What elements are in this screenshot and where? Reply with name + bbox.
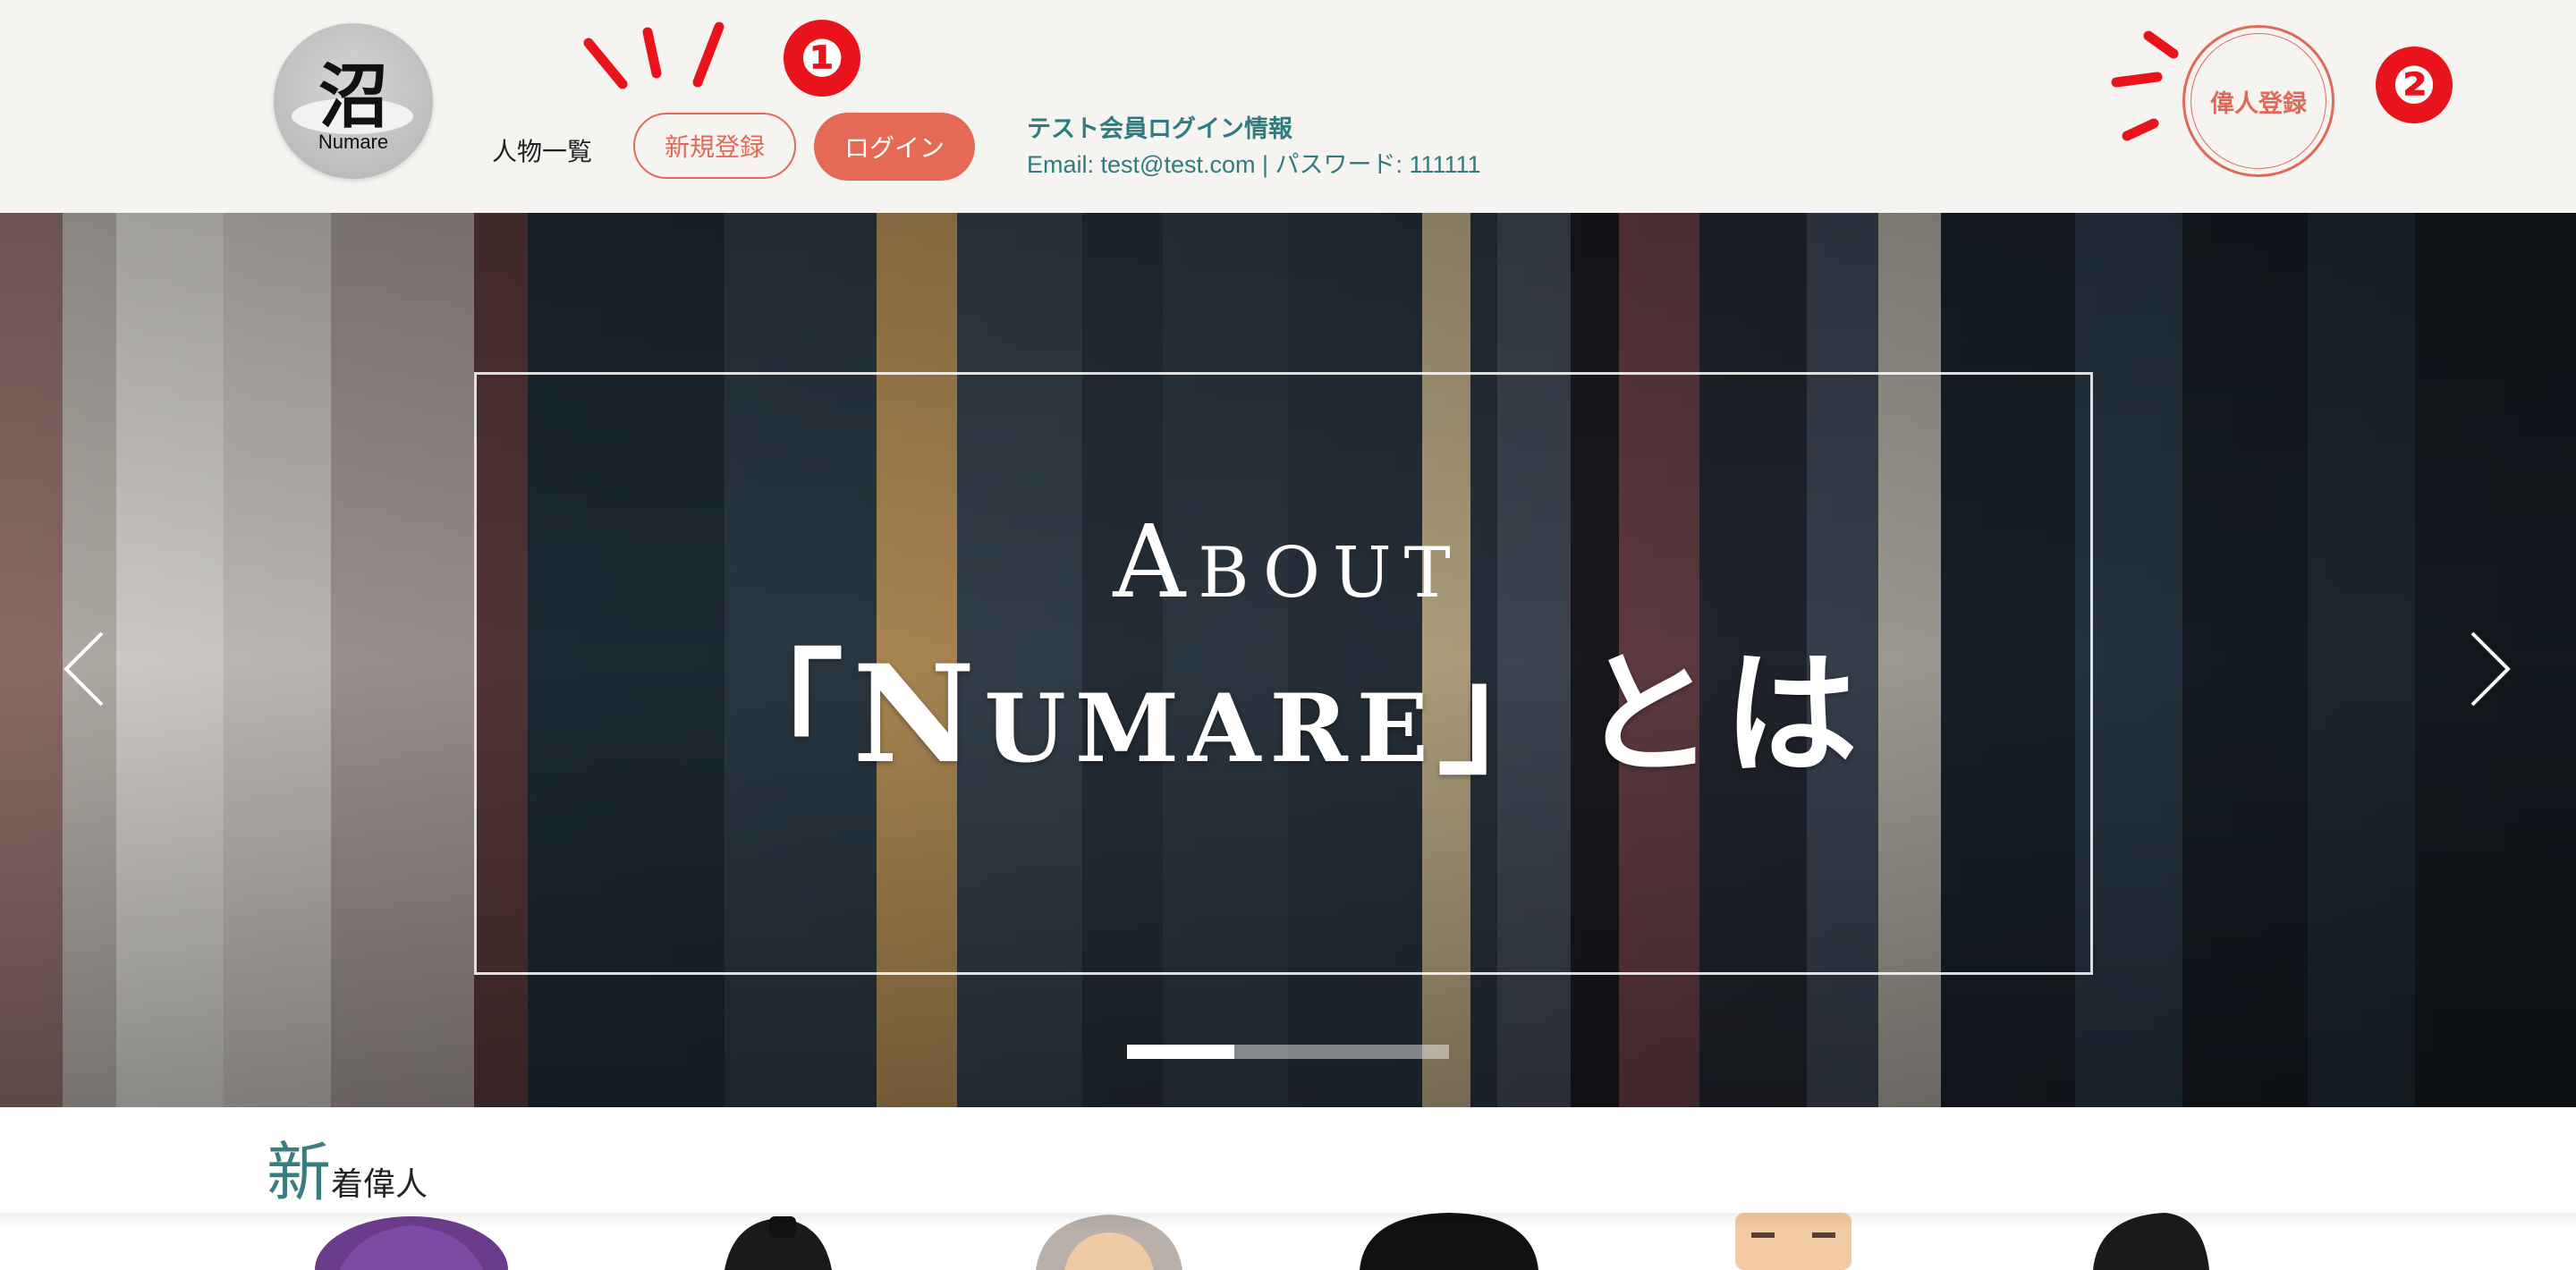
annotation-spark-lines-1 xyxy=(583,21,724,89)
numare-logo[interactable]: 沼 Numare xyxy=(274,23,433,179)
annotation-number-1: ❶ xyxy=(784,20,860,97)
register-person-button[interactable]: 偉人登録 xyxy=(2182,25,2334,177)
site-header: 沼 Numare 人物一覧 新規登録 ログイン テスト会員ログイン情報 Emai… xyxy=(0,0,2576,213)
hero-title: 「Numare」とは xyxy=(709,636,1867,793)
login-button[interactable]: ログイン xyxy=(814,113,975,181)
carousel-indicator-2[interactable] xyxy=(1234,1045,1342,1059)
hero-carousel: About 「Numare」とは xyxy=(0,213,2576,1107)
signup-button[interactable]: 新規登録 xyxy=(633,113,796,179)
carousel-indicators xyxy=(1127,1045,1449,1059)
new-arrivals-heading-small: 着偉人 xyxy=(331,1165,428,1202)
carousel-indicator-1[interactable] xyxy=(1127,1045,1234,1059)
new-arrivals-heading: 新着偉人 xyxy=(267,1120,428,1214)
annotation-spark-lines-2 xyxy=(2111,30,2179,141)
nav-people-list-link[interactable]: 人物一覧 xyxy=(492,132,592,168)
test-login-info-body: Email: test@test.com | パスワード: 111111 xyxy=(1027,151,1481,178)
logo-kanji: 沼 xyxy=(318,57,388,138)
carousel-indicator-3[interactable] xyxy=(1342,1045,1449,1059)
test-login-info-title: テスト会員ログイン情報 xyxy=(1027,115,1292,142)
logo-text: Numare xyxy=(318,131,389,153)
chevron-left-icon[interactable] xyxy=(55,624,118,714)
annotation-number-2: ❷ xyxy=(2376,47,2453,123)
hero-eyebrow: About xyxy=(1113,504,1463,621)
section-shadow xyxy=(0,1213,2576,1229)
chevron-right-icon[interactable] xyxy=(2456,624,2519,714)
new-arrivals-heading-big: 新 xyxy=(267,1135,332,1210)
